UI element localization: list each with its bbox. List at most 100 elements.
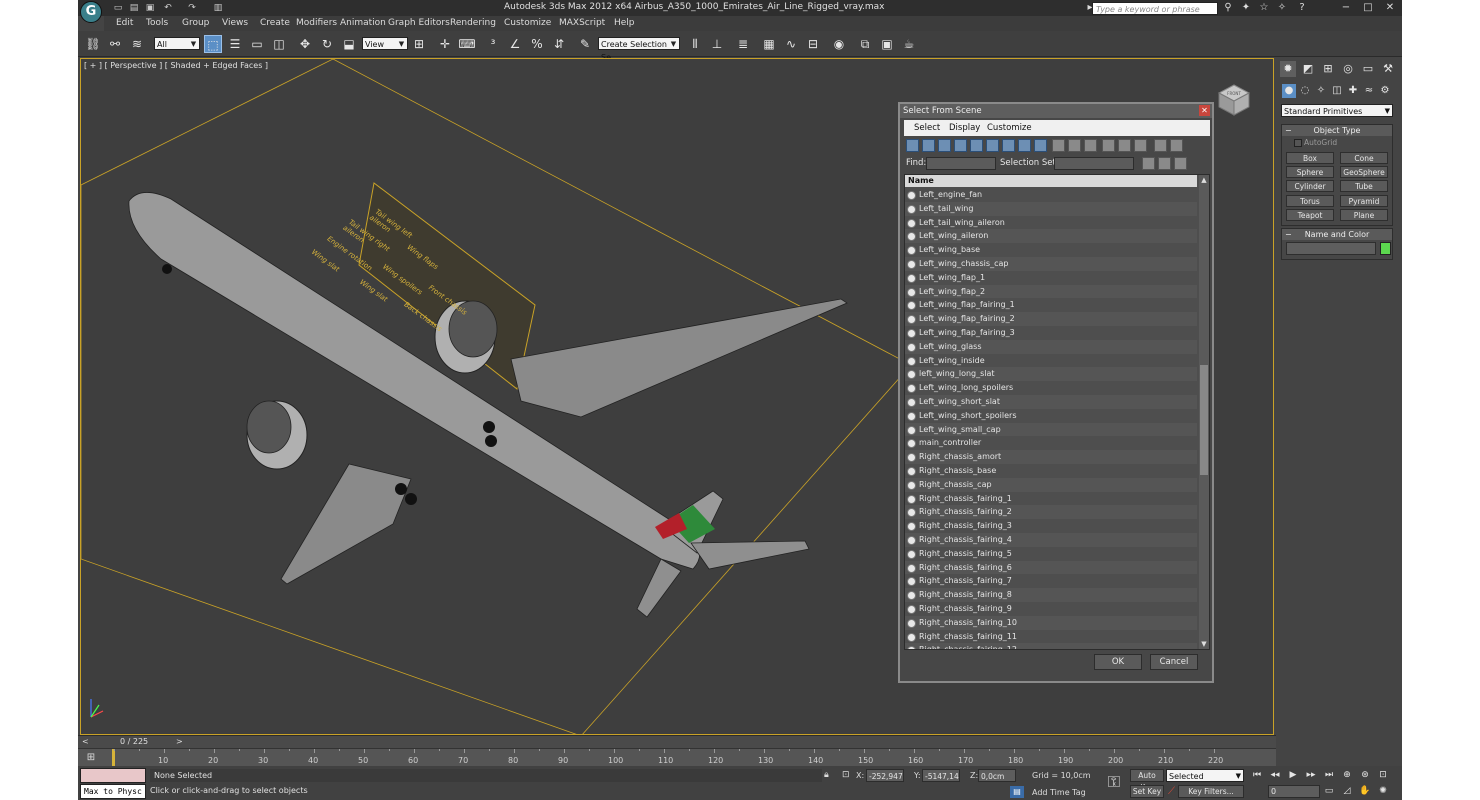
- list-item[interactable]: Left_wing_inside: [905, 354, 1197, 368]
- space-warps-category-icon[interactable]: ≈: [1362, 84, 1376, 98]
- edit-named-selection-icon[interactable]: ✎: [576, 35, 594, 53]
- list-item[interactable]: Right_chassis_fairing_4: [905, 532, 1197, 547]
- list-item[interactable]: Right_chassis_amort: [905, 450, 1197, 464]
- display-cameras-icon[interactable]: [954, 139, 967, 152]
- time-config-icon[interactable]: ▭: [1322, 785, 1336, 798]
- search-input[interactable]: Type a keyword or phrase: [1092, 2, 1218, 15]
- pyramid-button[interactable]: Pyramid: [1340, 195, 1388, 207]
- unlink-icon[interactable]: ⚯: [106, 35, 124, 53]
- scale-icon[interactable]: ⬓: [340, 35, 358, 53]
- mirror-icon[interactable]: ⫴: [686, 35, 704, 53]
- list-item[interactable]: Left_tail_wing: [905, 201, 1197, 216]
- list-item[interactable]: Right_chassis_fairing_7: [905, 574, 1197, 588]
- utilities-tab-icon[interactable]: ⚒: [1380, 61, 1396, 77]
- new-file-icon[interactable]: ▭: [112, 2, 124, 14]
- object-name-input[interactable]: [1286, 242, 1376, 255]
- auto-key-button[interactable]: Auto Key: [1130, 769, 1164, 792]
- dialog-menu-display[interactable]: Display: [949, 123, 980, 133]
- snap-toggle-icon[interactable]: ³: [484, 35, 502, 53]
- binoculars-icon[interactable]: ⚲: [1222, 2, 1234, 14]
- name-and-color-rollout-title[interactable]: − Name and Color: [1282, 229, 1392, 240]
- favorite-icon[interactable]: ✧: [1276, 2, 1288, 14]
- display-space-warps-icon[interactable]: [986, 139, 999, 152]
- render-production-icon[interactable]: ☕: [900, 35, 918, 53]
- zoom-extents-icon[interactable]: ⊡: [1376, 769, 1390, 782]
- list-item[interactable]: main_controller: [905, 436, 1197, 450]
- key-filters-button[interactable]: Key Filters...: [1178, 785, 1244, 798]
- save-file-icon[interactable]: ▣: [144, 2, 156, 14]
- selection-set-remove-icon[interactable]: [1174, 157, 1187, 170]
- maxscript-listener-input[interactable]: Max to Physc: [80, 784, 146, 799]
- modify-tab-icon[interactable]: ◩: [1300, 61, 1316, 77]
- plane-button[interactable]: Plane: [1340, 209, 1388, 221]
- undo-icon[interactable]: ↶: [162, 2, 174, 14]
- scroll-down-icon[interactable]: ▼: [1199, 639, 1209, 649]
- primitive-category-combo[interactable]: Standard Primitives ▼: [1281, 104, 1393, 117]
- absolute-mode-icon[interactable]: ⊡: [842, 770, 850, 780]
- selection-set-add-icon[interactable]: [1158, 157, 1171, 170]
- create-tab-icon[interactable]: ✹: [1280, 61, 1296, 77]
- align-icon[interactable]: ⊥: [708, 35, 726, 53]
- list-item[interactable]: Right_chassis_fairing_1: [905, 492, 1197, 506]
- rig-label[interactable]: Front chassis: [426, 284, 468, 316]
- lock-selection-icon[interactable]: 🔒︎: [824, 770, 829, 780]
- object-color-swatch[interactable]: [1380, 242, 1391, 255]
- rig-label[interactable]: Wing spoilers: [381, 263, 425, 296]
- list-item[interactable]: Right_chassis_fairing_3: [905, 519, 1197, 533]
- scroll-up-icon[interactable]: ▲: [1199, 175, 1209, 185]
- current-frame-field[interactable]: 0: [1268, 785, 1320, 798]
- mini-curve-editor-icon[interactable]: ⊞: [84, 751, 98, 764]
- scroll-thumb[interactable]: [1200, 365, 1208, 475]
- star-icon[interactable]: ☆: [1258, 2, 1270, 14]
- angle-snap-icon[interactable]: ∠: [506, 35, 524, 53]
- key-icon[interactable]: ⚿: [1102, 772, 1126, 792]
- menu-customize[interactable]: Customize: [504, 18, 551, 28]
- previous-frame-icon[interactable]: ◂◂: [1268, 769, 1282, 782]
- list-scrollbar[interactable]: ▲ ▼: [1199, 175, 1209, 649]
- render-setup-icon[interactable]: ⧉: [856, 35, 874, 53]
- select-all-icon[interactable]: [1102, 139, 1115, 152]
- play-icon[interactable]: ▶: [1286, 769, 1300, 782]
- close-button[interactable]: ✕: [1380, 1, 1400, 14]
- rig-label[interactable]: Wing slat: [309, 248, 341, 273]
- display-containers-icon[interactable]: [1052, 139, 1065, 152]
- helpers-category-icon[interactable]: ✚: [1346, 84, 1360, 98]
- schematic-view-icon[interactable]: ⊟: [804, 35, 822, 53]
- menu-views[interactable]: Views: [222, 18, 248, 28]
- display-shapes-icon[interactable]: [922, 139, 935, 152]
- list-item[interactable]: Left_wing_flap_fairing_3: [905, 326, 1197, 340]
- list-item[interactable]: left_wing_long_slat: [905, 367, 1197, 382]
- selection-filter-combo[interactable]: All ▼: [154, 37, 200, 50]
- hierarchy-tab-icon[interactable]: ⊞: [1320, 61, 1336, 77]
- cancel-button[interactable]: Cancel: [1150, 654, 1198, 670]
- redo-icon[interactable]: ↷: [186, 2, 198, 14]
- display-groups-icon[interactable]: [1002, 139, 1015, 152]
- list-item[interactable]: Right_chassis_cap: [905, 477, 1197, 492]
- filter-settings-icon[interactable]: [1170, 139, 1183, 152]
- object-list[interactable]: Name Left_engine_fan Left_tail_wing Left_t…: [904, 174, 1210, 650]
- tube-button[interactable]: Tube: [1340, 180, 1388, 192]
- zoom-all-icon[interactable]: ⊛: [1358, 769, 1372, 782]
- selection-set-combo[interactable]: [1054, 157, 1134, 170]
- list-item[interactable]: Left_wing_glass: [905, 339, 1197, 354]
- percent-snap-icon[interactable]: %: [528, 35, 546, 53]
- menu-maxscript[interactable]: MAXScript: [559, 18, 605, 28]
- select-by-name-icon[interactable]: ☰: [226, 35, 244, 53]
- time-slider-next-icon[interactable]: >: [176, 737, 183, 746]
- rectangular-selection-icon[interactable]: ▭: [248, 35, 266, 53]
- time-tag-icon[interactable]: ▤: [1010, 786, 1024, 798]
- list-item[interactable]: Left_wing_short_slat: [905, 394, 1197, 409]
- move-icon[interactable]: ✥: [296, 35, 314, 53]
- airplane-model[interactable]: [128, 192, 848, 618]
- display-helpers-icon[interactable]: [970, 139, 983, 152]
- cone-button[interactable]: Cone: [1340, 152, 1388, 164]
- list-header-name[interactable]: Name: [905, 175, 1197, 187]
- ok-button[interactable]: OK: [1094, 654, 1142, 670]
- open-file-icon[interactable]: ▤: [128, 2, 140, 14]
- spinner-snap-icon[interactable]: ⇵: [550, 35, 568, 53]
- select-manipulate-icon[interactable]: ✛: [436, 35, 454, 53]
- next-frame-icon[interactable]: ▸▸: [1304, 769, 1318, 782]
- menu-tools[interactable]: Tools: [146, 18, 168, 28]
- pivot-center-icon[interactable]: ⊞: [410, 35, 428, 53]
- torus-button[interactable]: Torus: [1286, 195, 1334, 207]
